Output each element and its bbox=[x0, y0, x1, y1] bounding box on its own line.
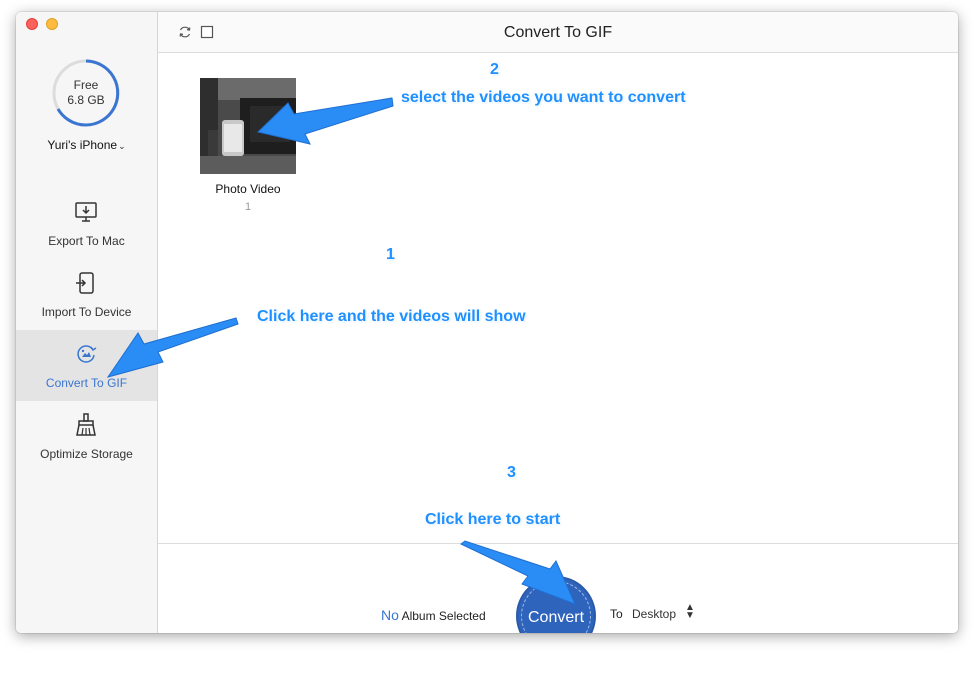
sidebar-item-optimize-storage[interactable]: Optimize Storage bbox=[16, 401, 157, 472]
convert-button-ring bbox=[521, 581, 591, 633]
sidebar-item-label: Import To Device bbox=[41, 305, 132, 319]
album-count: 1 bbox=[244, 201, 252, 213]
page-title: Convert To GIF bbox=[503, 24, 613, 41]
footer-bar: No Album Selected Convert To Desktop ▲ ▼ bbox=[158, 543, 958, 633]
sidebar-item-label: Optimize Storage bbox=[40, 447, 133, 461]
destination-select[interactable]: Desktop bbox=[632, 607, 676, 621]
chevron-down-icon: ⌄ bbox=[118, 141, 126, 151]
sidebar-item-import-to-device[interactable]: Import To Device bbox=[16, 259, 157, 330]
annotation-step1-number: 1 bbox=[386, 246, 395, 263]
convert-button[interactable]: Convert bbox=[516, 576, 596, 633]
annotation-step2-number: 2 bbox=[490, 61, 499, 78]
sidebar-item-convert-to-gif[interactable]: Convert To GIF bbox=[16, 330, 157, 401]
album-selected-label: Album Selected bbox=[401, 609, 486, 623]
title-bar: Convert To GIF bbox=[158, 12, 958, 53]
device-selector[interactable]: Yuri's iPhone⌄ bbox=[16, 138, 157, 152]
convert-to-gif-icon bbox=[77, 345, 97, 363]
storage-ring: Free 6.8 GB bbox=[51, 58, 121, 128]
album-name: Photo Video bbox=[215, 182, 281, 196]
sidebar-item-label: Convert To GIF bbox=[45, 376, 128, 390]
destination-to-label: To bbox=[610, 607, 623, 621]
optimize-storage-icon bbox=[76, 413, 96, 436]
device-name: Yuri's iPhone bbox=[47, 138, 118, 152]
album-selected-count: No bbox=[381, 607, 399, 623]
annotation-step1-text: Click here and the videos will show bbox=[257, 308, 526, 325]
export-to-mac-icon bbox=[75, 202, 97, 222]
annotation-step2-text: select the videos you want to convert bbox=[401, 89, 686, 106]
storage-free-value: 6.8 GB bbox=[67, 93, 105, 107]
sidebar-item-label: Export To Mac bbox=[48, 234, 125, 248]
close-window-button[interactable] bbox=[26, 18, 38, 30]
minimize-window-button[interactable] bbox=[46, 18, 58, 30]
sidebar-item-export-to-mac[interactable]: Export To Mac bbox=[16, 188, 157, 259]
album-thumbnail-image bbox=[200, 78, 296, 174]
album-thumbnail[interactable] bbox=[200, 78, 296, 174]
up-down-chevron-icon[interactable]: ▲ ▼ bbox=[685, 603, 695, 621]
storage-free-label: Free bbox=[73, 78, 99, 92]
album-selection-status: No Album Selected bbox=[381, 607, 486, 623]
annotation-step3-number: 3 bbox=[507, 464, 516, 481]
sidebar: Free 6.8 GB Yuri's iPhone⌄ Export To Mac… bbox=[16, 12, 158, 633]
import-to-device-icon bbox=[76, 272, 94, 294]
annotation-step3-text: Click here to start bbox=[425, 511, 561, 528]
